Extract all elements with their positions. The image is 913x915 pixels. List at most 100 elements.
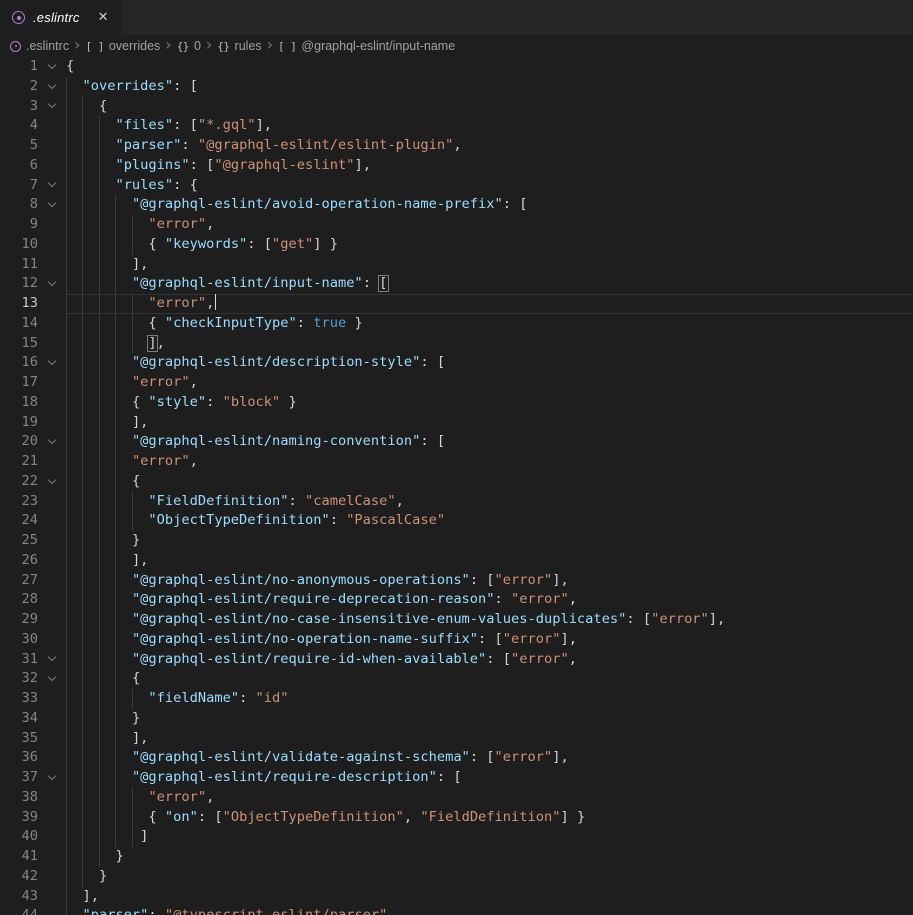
code-line: 10 { "keywords": ["get"] } — [0, 235, 913, 255]
code-content[interactable]: { — [66, 669, 913, 689]
fold-chevron-icon[interactable] — [38, 432, 66, 452]
code-text: { "checkInputType": true } — [66, 315, 363, 331]
code-content[interactable]: "plugins": ["@graphql-eslint"], — [66, 156, 913, 176]
fold-chevron-icon[interactable] — [38, 669, 66, 689]
fold-chevron-icon[interactable] — [38, 472, 66, 492]
code-text: { — [66, 58, 74, 74]
breadcrumb-item--graphql-eslint-input-name[interactable]: [ ]@graphql-eslint/input-name — [278, 39, 455, 53]
fold-spacer — [38, 255, 66, 275]
breadcrumb-separator-icon: › — [74, 37, 80, 53]
fold-chevron-icon[interactable] — [38, 77, 66, 97]
fold-spacer — [38, 393, 66, 413]
code-text: "ObjectTypeDefinition": "PascalCase" — [66, 512, 445, 528]
code-content[interactable]: { "checkInputType": true } — [66, 314, 913, 334]
text-cursor — [215, 294, 217, 310]
code-content[interactable]: "error", — [66, 215, 913, 235]
token: "error" — [148, 216, 206, 232]
code-content[interactable]: { "keywords": ["get"] } — [66, 235, 913, 255]
fold-spacer — [38, 413, 66, 433]
code-content[interactable]: "fieldName": "id" — [66, 689, 913, 709]
code-content[interactable]: "overrides": [ — [66, 77, 913, 97]
code-content[interactable]: "FieldDefinition": "camelCase", — [66, 492, 913, 512]
code-content[interactable]: "error", — [66, 294, 913, 314]
tab-eslintrc[interactable]: .eslintrc ✕ — [0, 0, 121, 35]
code-content[interactable]: "error", — [66, 373, 913, 393]
fold-chevron-icon[interactable] — [38, 195, 66, 215]
code-line: 23 "FieldDefinition": "camelCase", — [0, 492, 913, 512]
code-content[interactable]: ], — [66, 255, 913, 275]
code-content[interactable]: "@graphql-eslint/naming-convention": [ — [66, 432, 913, 452]
line-number: 14 — [0, 314, 38, 334]
code-line: 34 } — [0, 709, 913, 729]
code-content[interactable]: ], — [66, 729, 913, 749]
code-content[interactable]: "@graphql-eslint/avoid-operation-name-pr… — [66, 195, 913, 215]
code-content[interactable]: "error", — [66, 452, 913, 472]
fold-chevron-icon[interactable] — [38, 97, 66, 117]
code-content[interactable]: "rules": { — [66, 176, 913, 196]
token: , — [190, 453, 198, 469]
code-content[interactable]: ] — [66, 827, 913, 847]
code-content[interactable]: ], — [66, 551, 913, 571]
code-content[interactable]: "@graphql-eslint/require-id-when-availab… — [66, 650, 913, 670]
code-content[interactable]: "@graphql-eslint/input-name": [ — [66, 274, 913, 294]
fold-spacer — [38, 709, 66, 729]
token: : [ — [420, 433, 445, 449]
token: "error" — [495, 572, 553, 588]
code-content[interactable]: { — [66, 97, 913, 117]
token: : [ — [190, 157, 215, 173]
line-number: 2 — [0, 77, 38, 97]
fold-chevron-icon[interactable] — [38, 176, 66, 196]
code-content[interactable]: "files": ["*.gql"], — [66, 116, 913, 136]
bracket-match: ] — [148, 335, 156, 351]
code-line: 37 "@graphql-eslint/require-description"… — [0, 768, 913, 788]
breadcrumb-label: @graphql-eslint/input-name — [301, 39, 455, 53]
breadcrumb-item-overrides[interactable]: [ ]overrides — [85, 39, 160, 53]
code-content[interactable]: } — [66, 531, 913, 551]
code-content[interactable]: "ObjectTypeDefinition": "PascalCase" — [66, 511, 913, 531]
code-content[interactable]: ], — [66, 413, 913, 433]
fold-chevron-icon[interactable] — [38, 768, 66, 788]
breadcrumb-item-rules[interactable]: {}rules — [217, 39, 261, 53]
token: : [ — [173, 117, 198, 133]
line-number: 39 — [0, 808, 38, 828]
fold-spacer — [38, 314, 66, 334]
code-content[interactable]: { — [66, 472, 913, 492]
code-content[interactable]: } — [66, 709, 913, 729]
fold-chevron-icon[interactable] — [38, 57, 66, 77]
code-content[interactable]: } — [66, 867, 913, 887]
code-content[interactable]: ], — [66, 334, 913, 354]
code-line: 39 { "on": ["ObjectTypeDefinition", "Fie… — [0, 808, 913, 828]
fold-spacer — [38, 867, 66, 887]
code-content[interactable]: { "style": "block" } — [66, 393, 913, 413]
fold-chevron-icon[interactable] — [38, 353, 66, 373]
code-content[interactable]: "parser": "@typescript-eslint/parser" — [66, 906, 913, 915]
token: ], — [354, 157, 370, 173]
code-content[interactable]: "@graphql-eslint/no-operation-name-suffi… — [66, 630, 913, 650]
token: ], — [82, 888, 98, 904]
bracket-match: [ — [379, 275, 387, 291]
code-content[interactable]: { — [66, 57, 913, 77]
breadcrumb-item--eslintrc[interactable]: .eslintrc — [10, 39, 69, 53]
code-content[interactable]: "error", — [66, 788, 913, 808]
code-content[interactable]: "@graphql-eslint/require-deprecation-rea… — [66, 590, 913, 610]
code-text: } — [66, 532, 140, 548]
code-text: } — [66, 710, 140, 726]
code-content[interactable]: } — [66, 847, 913, 867]
code-content[interactable]: { "on": ["ObjectTypeDefinition", "FieldD… — [66, 808, 913, 828]
breadcrumb-item-0[interactable]: {}0 — [177, 39, 201, 53]
code-content[interactable]: "@graphql-eslint/description-style": [ — [66, 353, 913, 373]
code-content[interactable]: "@graphql-eslint/validate-against-schema… — [66, 748, 913, 768]
close-icon[interactable]: ✕ — [98, 11, 109, 24]
fold-chevron-icon[interactable] — [38, 274, 66, 294]
code-content[interactable]: ], — [66, 887, 913, 907]
code-content[interactable]: "@graphql-eslint/require-description": [ — [66, 768, 913, 788]
code-content[interactable]: "@graphql-eslint/no-anonymous-operations… — [66, 571, 913, 591]
token: , — [404, 809, 420, 825]
fold-spacer — [38, 788, 66, 808]
line-number: 11 — [0, 255, 38, 275]
fold-chevron-icon[interactable] — [38, 650, 66, 670]
token: ] } — [313, 236, 338, 252]
code-content[interactable]: "parser": "@graphql-eslint/eslint-plugin… — [66, 136, 913, 156]
code-content[interactable]: "@graphql-eslint/no-case-insensitive-enu… — [66, 610, 913, 630]
code-text: "@graphql-eslint/input-name": [ — [66, 275, 387, 291]
